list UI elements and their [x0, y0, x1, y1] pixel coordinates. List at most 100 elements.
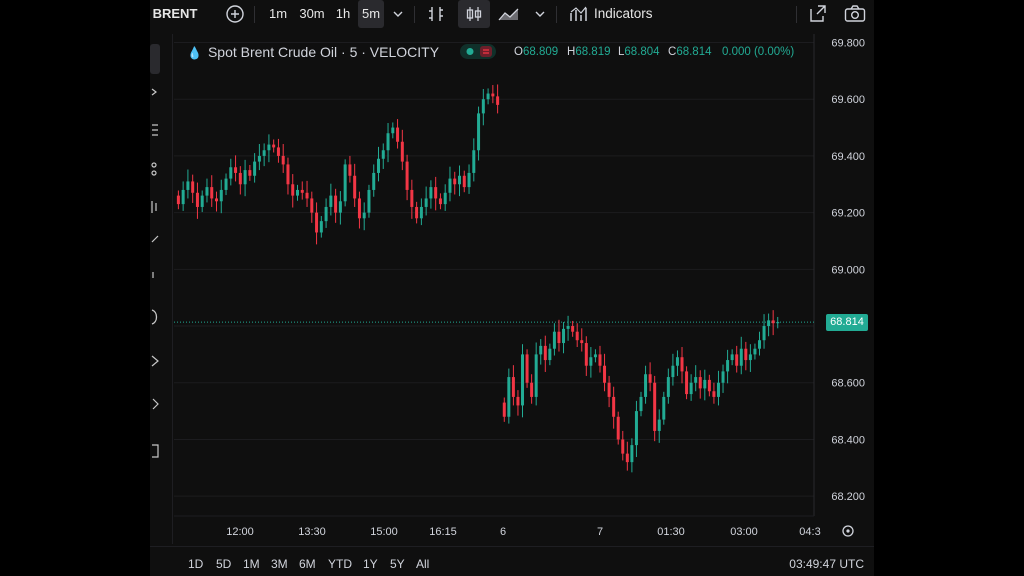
- candle: [272, 144, 276, 148]
- range-1m-button[interactable]: 1M: [243, 557, 260, 571]
- range-1y-button[interactable]: 1Y: [363, 557, 378, 571]
- candle: [511, 377, 515, 397]
- x-tick-label: 03:00: [730, 526, 758, 538]
- candle: [539, 345, 543, 355]
- candle: [603, 365, 607, 383]
- candle: [405, 161, 409, 190]
- range-5d-button[interactable]: 5D: [216, 557, 231, 571]
- axis-settings-icon: [846, 529, 850, 533]
- candle: [680, 357, 684, 372]
- candle: [507, 377, 511, 417]
- candle: [612, 396, 616, 417]
- candle: [305, 192, 309, 199]
- candle: [767, 320, 771, 327]
- candle: [267, 144, 271, 151]
- y-tick-label: 69.000: [831, 264, 865, 276]
- utc-clock[interactable]: 03:49:47 UTC: [789, 557, 864, 571]
- range-ytd-button[interactable]: YTD: [328, 557, 352, 571]
- candle: [721, 371, 725, 383]
- candle: [481, 99, 485, 114]
- candle: [607, 382, 611, 397]
- candle: [324, 206, 328, 222]
- y-tick-label: 69.800: [831, 38, 865, 50]
- candle: [694, 377, 698, 383]
- candle: [716, 382, 720, 397]
- candle: [224, 178, 228, 190]
- candle: [566, 326, 570, 329]
- candle: [753, 348, 757, 355]
- x-tick-label: 01:30: [657, 526, 685, 538]
- candle: [739, 348, 743, 366]
- candle: [176, 195, 180, 205]
- candle: [562, 328, 566, 344]
- candle: [748, 354, 752, 361]
- candle: [648, 374, 652, 383]
- candle: [391, 127, 395, 134]
- y-tick-label: 68.200: [831, 491, 865, 503]
- candle: [415, 206, 419, 219]
- current-price-label: 68.814: [826, 314, 868, 331]
- candle: [552, 331, 556, 349]
- ohlc-change: 0.000 (0.00%): [722, 46, 795, 58]
- chart-app: BRENT 1m 30m 1h 5m Indicators 69.800 69.…: [150, 0, 874, 576]
- candle: [234, 167, 238, 173]
- candle: [200, 195, 204, 207]
- candle: [689, 382, 693, 395]
- candle: [571, 326, 575, 332]
- candle: [580, 340, 584, 344]
- candle: [286, 164, 290, 185]
- range-6m-button[interactable]: 6M: [299, 557, 316, 571]
- candle: [486, 93, 490, 100]
- price-chart[interactable]: 69.80069.60069.40069.20069.00068.80068.6…: [150, 0, 874, 546]
- candle: [357, 198, 361, 219]
- candle: [675, 357, 679, 366]
- candle: [453, 178, 457, 185]
- range-all-button[interactable]: All: [416, 557, 429, 571]
- candle: [589, 357, 593, 366]
- candle: [698, 377, 702, 389]
- candle: [215, 198, 218, 202]
- candle: [653, 382, 657, 431]
- candle: [584, 343, 588, 366]
- legend-status-pill[interactable]: [460, 44, 496, 59]
- candle: [634, 411, 638, 446]
- candle: [262, 150, 266, 156]
- candle: [300, 189, 304, 193]
- range-3m-button[interactable]: 3M: [271, 557, 288, 571]
- candle: [238, 172, 242, 185]
- ohlc-close: C68.814: [668, 46, 712, 58]
- x-tick-label: 13:30: [298, 526, 326, 538]
- candle: [315, 212, 319, 233]
- candle: [229, 167, 233, 179]
- range-5y-button[interactable]: 5Y: [390, 557, 405, 571]
- candle: [467, 172, 471, 188]
- candle: [343, 164, 347, 202]
- candle: [703, 379, 707, 389]
- candle: [657, 419, 661, 431]
- range-1d-button[interactable]: 1D: [188, 557, 203, 571]
- candle: [338, 201, 342, 213]
- candle: [367, 189, 371, 213]
- candle: [396, 127, 400, 142]
- candle: [400, 141, 404, 162]
- range-bar: 1D 5D 1M 3M 6M YTD 1Y 5Y All 03:49:47 UT…: [150, 546, 874, 576]
- candle: [429, 187, 433, 199]
- candle: [296, 189, 299, 196]
- candle: [491, 93, 495, 97]
- candle: [334, 195, 338, 213]
- candle: [424, 198, 428, 207]
- candle: [530, 382, 534, 397]
- candle: [257, 155, 261, 162]
- candle: [462, 175, 466, 188]
- y-tick-label: 69.200: [831, 208, 865, 220]
- candle: [372, 172, 376, 190]
- candle: [630, 445, 634, 463]
- candle: [310, 198, 314, 213]
- candle: [477, 113, 481, 151]
- candle: [639, 396, 643, 412]
- candle: [434, 187, 438, 199]
- candle: [575, 331, 579, 341]
- candle: [598, 354, 602, 366]
- candle: [381, 150, 385, 159]
- candle: [762, 326, 766, 341]
